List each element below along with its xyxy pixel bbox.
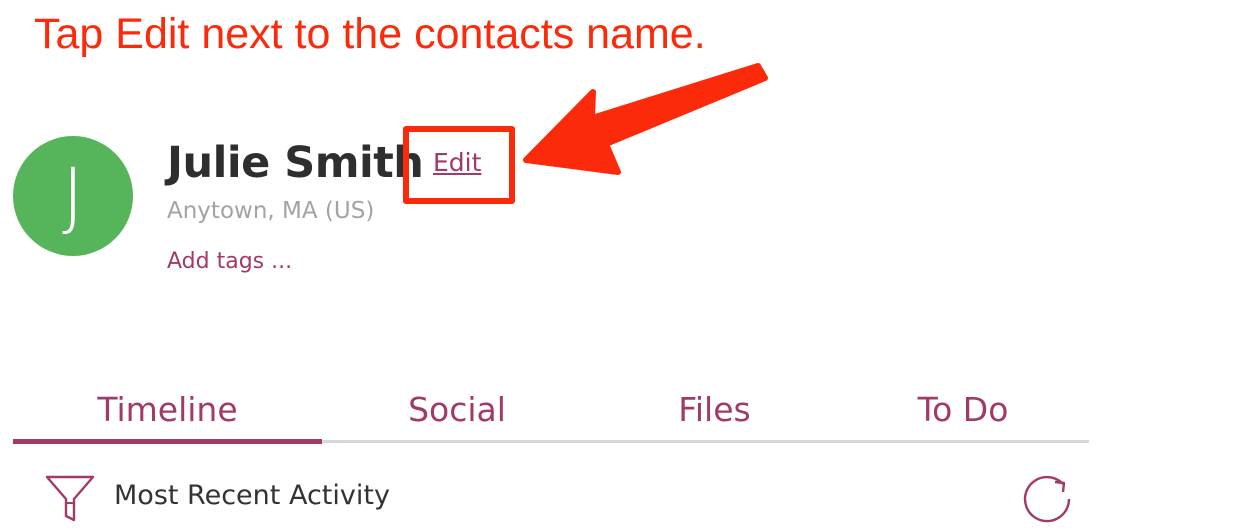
tab-social[interactable]: Social bbox=[322, 378, 592, 440]
avatar: J bbox=[13, 136, 133, 256]
tab-timeline[interactable]: Timeline bbox=[13, 378, 322, 444]
avatar-initial: J bbox=[62, 153, 84, 239]
tab-files[interactable]: Files bbox=[592, 378, 837, 440]
contact-tabs: Timeline Social Files To Do bbox=[13, 378, 1089, 444]
activity-filter-label: Most Recent Activity bbox=[114, 480, 390, 511]
instruction-annotation: Tap Edit next to the contacts name. bbox=[34, 10, 706, 58]
tab-to-do[interactable]: To Do bbox=[837, 378, 1089, 440]
filter-funnel-icon[interactable] bbox=[44, 473, 96, 525]
add-tags-link[interactable]: Add tags ... bbox=[167, 249, 292, 274]
contact-detail-page: Tap Edit next to the contacts name. J Ju… bbox=[0, 0, 1260, 530]
edit-contact-link[interactable]: Edit bbox=[433, 148, 481, 177]
contact-location: Anytown, MA (US) bbox=[167, 198, 375, 224]
contact-name: Julie Smith bbox=[167, 138, 424, 188]
refresh-icon[interactable] bbox=[1019, 471, 1075, 527]
